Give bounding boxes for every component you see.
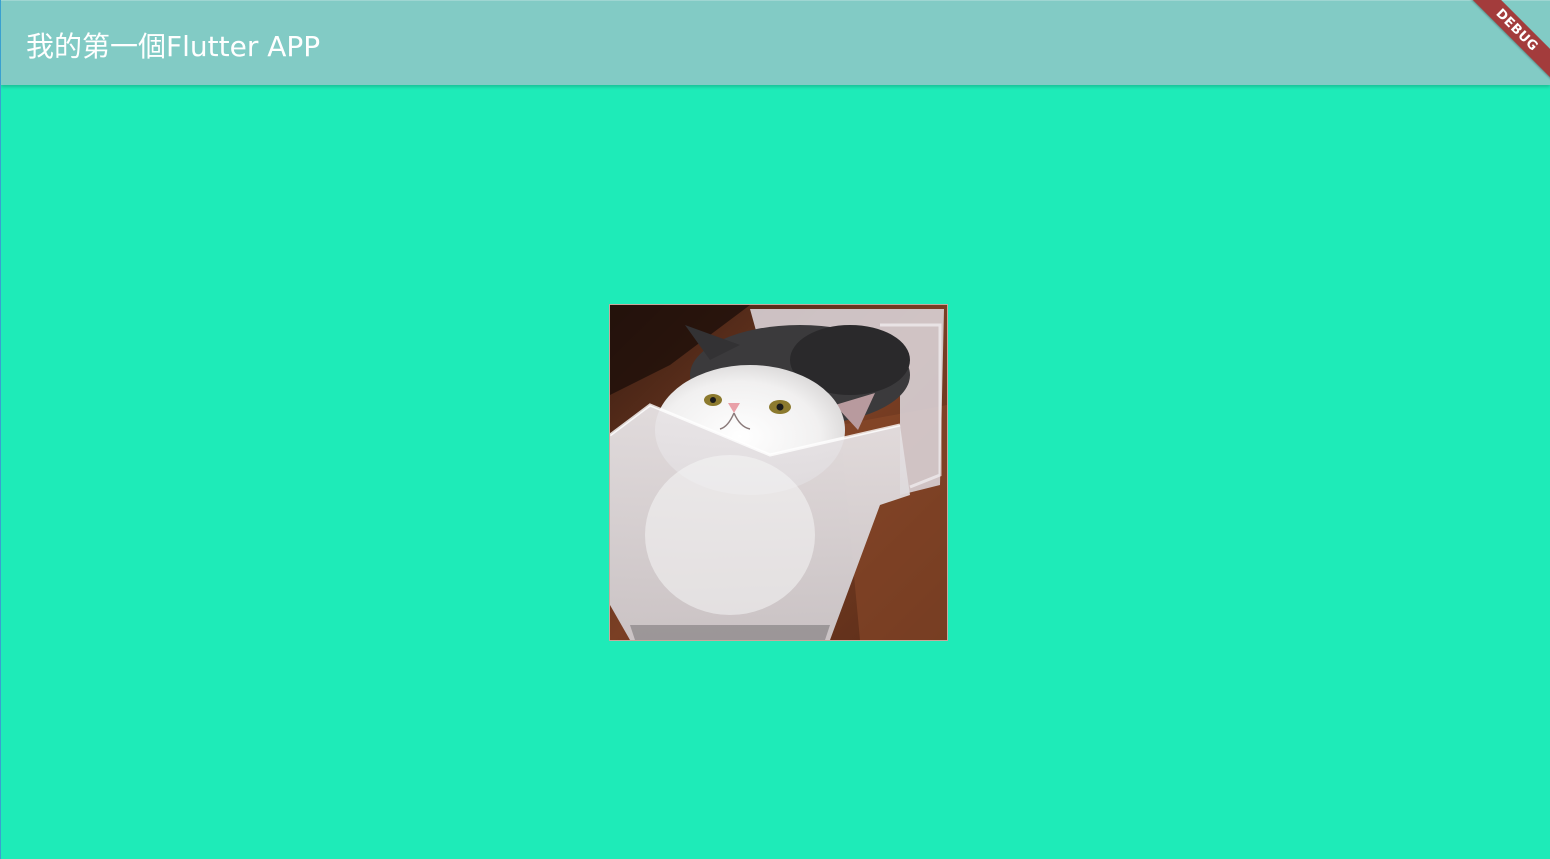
app-bar-title: 我的第一個Flutter APP [26, 30, 321, 63]
app-bar: 我的第一個Flutter APP [1, 0, 1550, 85]
cat-photo [610, 305, 947, 640]
main-body [1, 86, 1550, 859]
app-window: 我的第一個Flutter APP DEBUG [0, 0, 1550, 859]
cat-photo-image [610, 305, 947, 640]
